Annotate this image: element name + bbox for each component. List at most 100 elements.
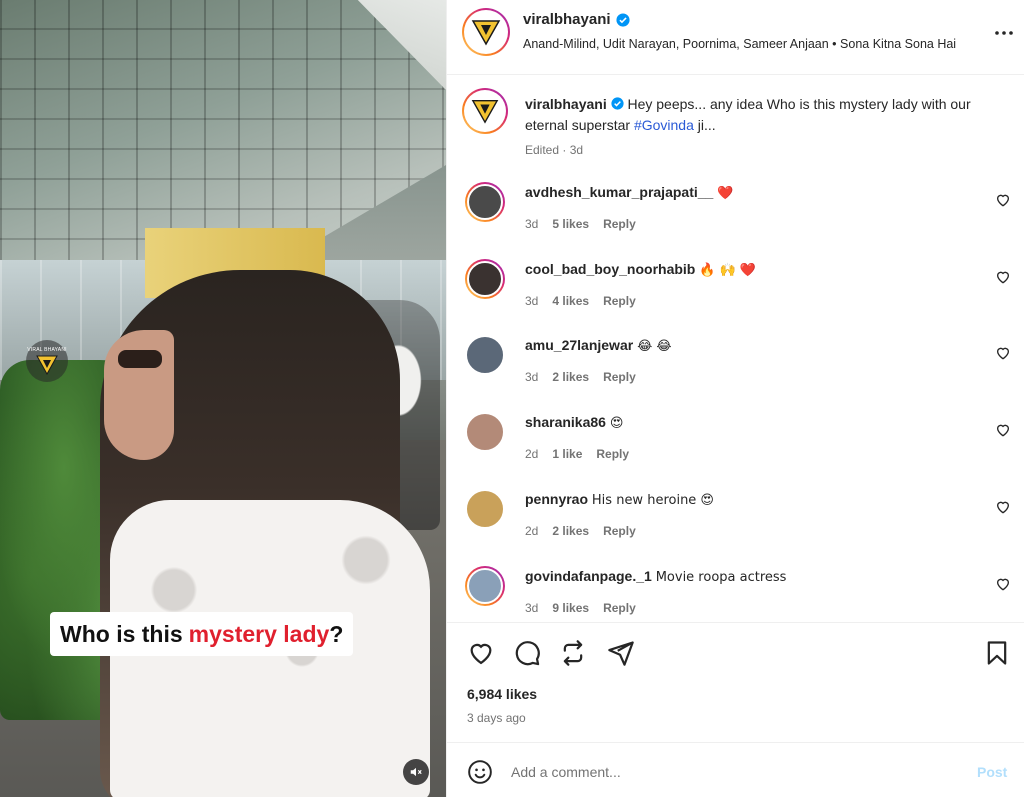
comment-text: pennyrao His new heroine 😍 [525,491,965,508]
repost-icon[interactable] [559,639,587,667]
sunglasses [118,350,162,368]
caption-author-avatar[interactable] [462,88,508,134]
more-icon[interactable] [992,21,1016,45]
comment-time: 3d [525,601,539,615]
comment-text: cool_bad_boy_noorhabib 🔥 🙌 ❤️ [525,261,965,278]
caption-after: ? [329,620,344,647]
comment-meta: 2d 2 likes Reply [525,524,636,538]
caption-text: viralbhayani Hey peeps... any idea Who i… [525,94,995,136]
video-caption-overlay: Who is this mystery lady ? [50,612,354,656]
comment-item: pennyrao His new heroine 😍 2d 2 likes Reply [447,487,1024,563]
comment-item: avdhesh_kumar_prajapati__ ❤️ 3d 5 likes Rep… [447,180,1024,256]
add-comment-bar: Post [447,742,1024,797]
viral-logo-icon [471,20,501,46]
comment-icon[interactable] [513,639,541,667]
comment-content: ❤️ [717,186,734,201]
avatar-photo [465,412,505,452]
caption-username[interactable]: viralbhayani [525,96,607,112]
comment-meta: 3d 9 likes Reply [525,601,636,615]
heart-icon[interactable] [995,576,1011,592]
heart-icon[interactable] [995,192,1011,208]
post-caption: viralbhayani Hey peeps... any idea Who i… [447,76,1024,166]
comment-likes[interactable]: 9 likes [552,601,589,615]
comment-time: 3d [525,217,539,231]
bookmark-icon[interactable] [983,639,1011,667]
caption-meta: Edited · 3d [525,143,584,157]
comment-content: 😍 [609,416,624,431]
post-panel: viralbhayani Anand-Milind, Udit Narayan,… [446,0,1024,797]
reply-button[interactable]: Reply [603,370,636,384]
author-username[interactable]: viralbhayani [523,11,611,28]
commenter-username[interactable]: sharanika86 [525,414,606,430]
heart-icon[interactable] [995,345,1011,361]
action-bar [447,622,1024,682]
comment-content: Movie roopa actress [655,570,787,585]
commenter-username[interactable]: pennyrao [525,491,588,507]
reply-button[interactable]: Reply [596,447,629,461]
commenter-avatar[interactable] [465,489,505,529]
comment-time: 3d [525,294,539,308]
watermark-logo: VIRAL BHAYANI [26,340,68,382]
comment-content: 🔥 🙌 ❤️ [699,263,757,278]
post-header: viralbhayani Anand-Milind, Udit Narayan,… [447,0,1024,75]
comment-time: 3d [525,370,539,384]
commenter-avatar[interactable] [465,412,505,452]
comment-text: avdhesh_kumar_prajapati__ ❤️ [525,184,965,201]
comment-time: 2d [525,447,539,461]
commenter-username[interactable]: cool_bad_boy_noorhabib [525,261,695,277]
caption-body-end: ji... [697,117,716,133]
commenter-avatar[interactable] [465,566,505,606]
commenter-avatar[interactable] [465,182,505,222]
heart-icon[interactable] [467,639,495,667]
avatar-photo [465,489,505,529]
watermark-text: VIRAL BHAYANI [27,347,67,353]
post-timestamp: 3 days ago [467,711,526,725]
comment-meta: 2d 1 like Reply [525,447,629,461]
comment-text: amu_27lanjewar 😂 😂 [525,337,965,354]
avatar-photo [465,335,505,375]
comment-meta: 3d 2 likes Reply [525,370,636,384]
avatar-photo [467,184,503,220]
comment-meta: 3d 4 likes Reply [525,294,636,308]
post-button[interactable]: Post [977,764,1007,780]
comment-item: cool_bad_boy_noorhabib 🔥 🙌 ❤️ 3d 4 likes Re… [447,257,1024,333]
heart-icon[interactable] [995,499,1011,515]
avatar-photo [467,261,503,297]
emoji-icon[interactable] [467,759,493,785]
comment-likes[interactable]: 4 likes [552,294,589,308]
comment-text: sharanika86 😍 [525,414,965,431]
heart-icon[interactable] [995,269,1011,285]
share-icon[interactable] [607,639,635,667]
caption-highlight: mystery lady [188,620,330,647]
hashtag-link[interactable]: #Govinda [634,117,694,133]
comment-likes[interactable]: 5 likes [552,217,589,231]
likes-count[interactable]: 6,984 likes [467,686,537,702]
comment-content: 😂 😂 [637,339,672,354]
comment-input[interactable] [511,757,951,787]
heart-icon[interactable] [995,422,1011,438]
verified-icon [615,12,630,27]
viral-logo-icon [471,100,499,124]
commenter-username[interactable]: amu_27lanjewar [525,337,633,353]
reply-button[interactable]: Reply [603,294,636,308]
author-avatar[interactable] [462,8,510,56]
comment-item: sharanika86 😍 2d 1 like Reply [447,410,1024,486]
avatar-photo [467,568,503,604]
comment-likes[interactable]: 1 like [552,447,582,461]
commenter-avatar[interactable] [465,335,505,375]
mute-button[interactable] [403,759,429,785]
comment-likes[interactable]: 2 likes [552,370,589,384]
commenter-username[interactable]: avdhesh_kumar_prajapati__ [525,184,713,200]
commenter-avatar[interactable] [465,259,505,299]
comment-time: 2d [525,524,539,538]
comment-likes[interactable]: 2 likes [552,524,589,538]
audio-track[interactable]: Anand-Milind, Udit Narayan, Poornima, Sa… [523,37,967,51]
reply-button[interactable]: Reply [603,524,636,538]
reel-video[interactable]: VIRAL BHAYANI Who is this mystery lady ? [0,0,446,797]
comment-content: His new heroine 😍 [591,493,714,508]
reply-button[interactable]: Reply [603,601,636,615]
commenter-username[interactable]: govindafanpage._1 [525,568,652,584]
caption-before: Who is this [60,620,183,647]
reply-button[interactable]: Reply [603,217,636,231]
speaker-muted-icon [410,767,422,777]
